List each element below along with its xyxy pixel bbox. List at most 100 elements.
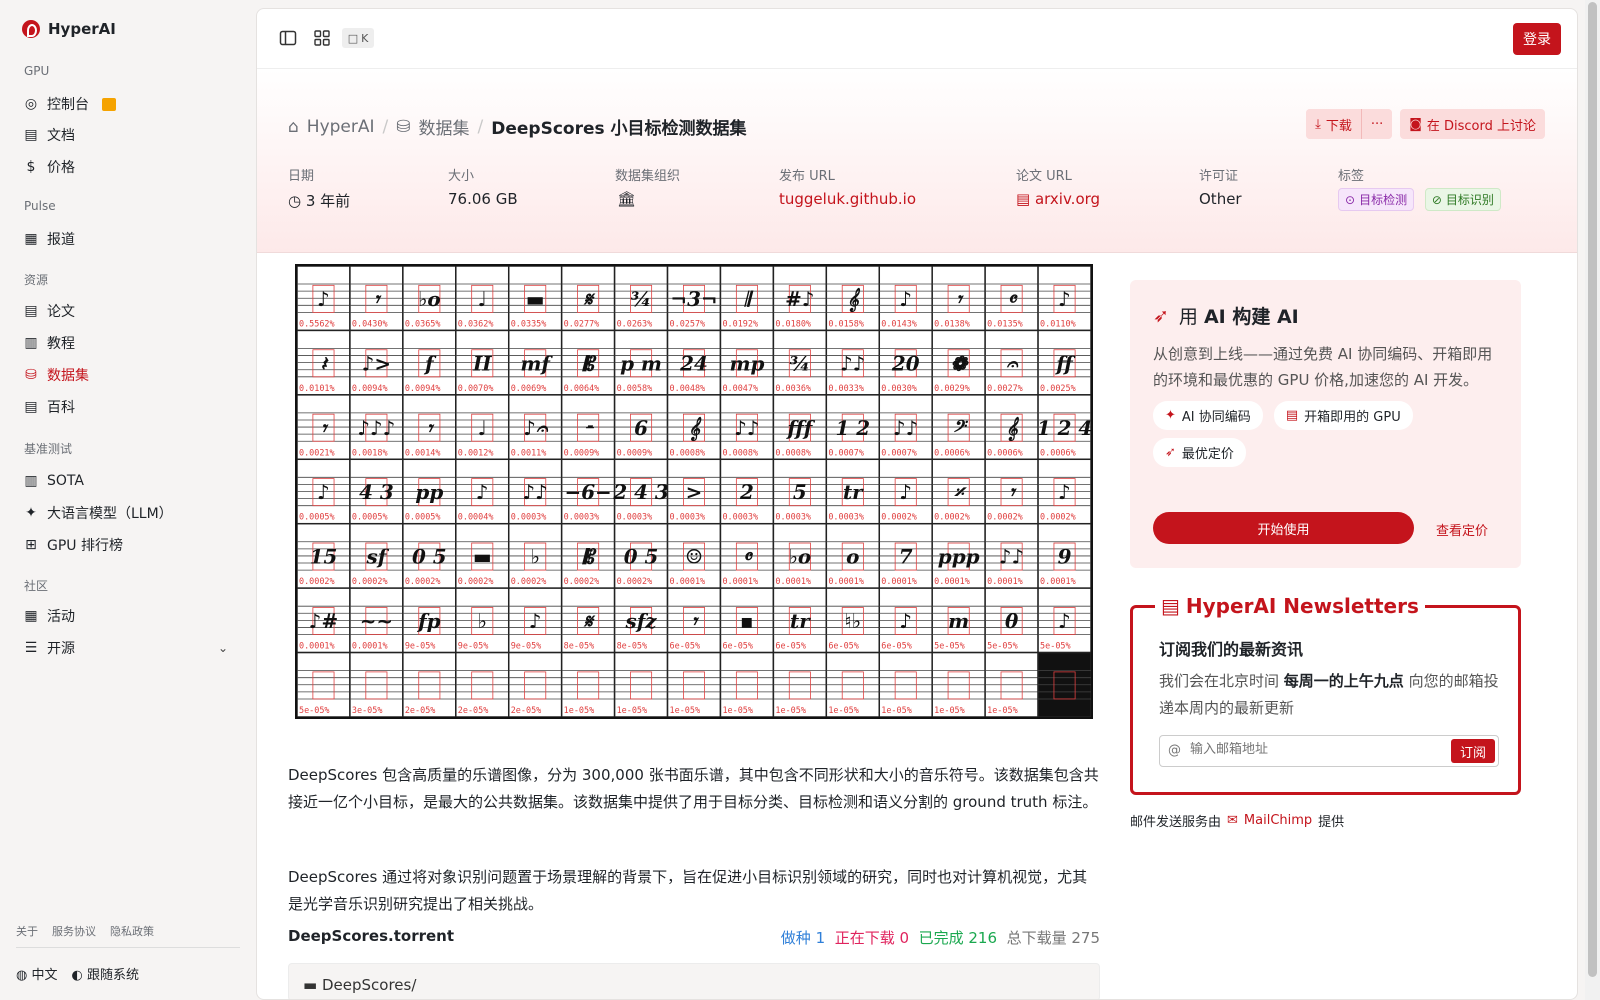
music-symbol: ♪♪ xyxy=(522,480,547,504)
frequency-label: 0.0001% xyxy=(775,576,811,586)
frequency-label: 0.0069% xyxy=(511,383,547,393)
frequency-label: 0.0003% xyxy=(775,512,811,522)
score-cell: ♪ 9e-05% xyxy=(507,587,563,654)
view-pricing-link[interactable]: 查看定价 xyxy=(1436,520,1488,539)
frequency-label: 0.0362% xyxy=(458,318,494,328)
mail-icon: ✉ xyxy=(1227,813,1238,828)
sidebar-item-opensource[interactable]: ☰ 开源 xyxy=(24,637,75,659)
frequency-label: 0.5562% xyxy=(299,318,335,328)
sidebar-footer-links: 关于 服务协议 隐私政策 xyxy=(16,923,154,939)
score-cell: ¾ 0.0036% xyxy=(772,329,828,396)
tag-object-detection[interactable]: ⊙ 目标检测 xyxy=(1338,188,1415,211)
apps-grid-icon[interactable] xyxy=(313,29,331,47)
score-cell: >0.0003% xyxy=(666,458,722,525)
search-shortcut-kbd[interactable]: □ K xyxy=(342,28,374,48)
get-started-button[interactable]: 开始使用 xyxy=(1153,512,1414,544)
paper-icon: ▤ xyxy=(24,303,38,319)
score-cell: pp 0.0005% xyxy=(402,458,457,525)
sidebar-item-sota[interactable]: ▥ SOTA xyxy=(24,470,84,492)
score-cell: 2 0.0003% xyxy=(719,458,775,525)
meta-label-tags: 标签 xyxy=(1338,169,1365,184)
music-symbol: ♪♪ xyxy=(840,351,865,375)
newsletter-title: ▤ HyperAI Newsletters xyxy=(1155,594,1425,618)
sidebar-item-datasets[interactable]: ⛁ 数据集 xyxy=(24,364,89,386)
breadcrumb-datasets[interactable]: 数据集 xyxy=(419,114,470,139)
discord-button[interactable]: ◙ 在 Discord 上讨论 xyxy=(1400,109,1545,139)
score-cell: II 0.0070% xyxy=(455,329,510,396)
score-cell: 𝄾0.0138% xyxy=(931,266,986,332)
frequency-label: 0.0002% xyxy=(934,512,970,522)
score-cell: ♪♪ 0.0008% xyxy=(719,394,775,461)
privacy-link[interactable]: 隐私政策 xyxy=(110,923,154,939)
sidebar-item-news[interactable]: ▦ 报道 xyxy=(24,228,75,250)
score-cell: ♭o 0.0365% xyxy=(402,266,457,332)
sidebar-item-console[interactable]: ◎ 控制台 xyxy=(24,93,116,115)
music-symbol: 4 3 xyxy=(359,480,394,504)
score-cell: ♩ 0.0012% xyxy=(455,394,510,461)
frequency-label: 0.0025% xyxy=(1040,383,1076,393)
score-cell: 𝄾0.0002% xyxy=(984,458,1039,525)
chevron-down-icon[interactable]: ⌄ xyxy=(218,641,228,655)
sidebar-item-pricing[interactable]: $ 价格 xyxy=(24,156,75,178)
mailchimp-link[interactable]: MailChimp xyxy=(1244,813,1312,828)
sidebar-item-tutorials[interactable]: ▥ 教程 xyxy=(24,332,75,354)
score-cell: f0.0094% xyxy=(402,329,457,396)
music-symbol: ♩ xyxy=(478,287,487,311)
score-cell: 1e-05% xyxy=(984,651,1039,717)
music-symbol: ~~ xyxy=(360,609,393,633)
login-button[interactable]: 登录 xyxy=(1513,23,1561,55)
sidebar-item-docs[interactable]: ▤ 文档 xyxy=(24,124,75,146)
score-cell: 𝄾0.0430% xyxy=(349,266,404,332)
theme-selector[interactable]: ◐ 跟随系统 xyxy=(72,964,140,983)
score-cell: 𝄴0.0001% xyxy=(719,522,775,589)
main-panel: □ K 登录 ⌂ HyperAI / ⛁ 数据集 / DeepScores 小目标… xyxy=(256,8,1578,1000)
about-link[interactable]: 关于 xyxy=(16,923,38,939)
music-symbol: ♮♭ xyxy=(845,609,862,633)
tag-object-recognition[interactable]: ⊘ 目标识别 xyxy=(1424,188,1501,211)
torrent-folder[interactable]: ▬ DeepScores/ xyxy=(288,963,1100,999)
frequency-label: 1e-05% xyxy=(934,705,965,715)
music-symbol: 6 xyxy=(634,416,648,440)
release-url-link[interactable]: tuggeluk.github.io xyxy=(779,190,916,208)
sidebar-item-gpu-ranking[interactable]: ⊞ GPU 排行榜 xyxy=(24,534,123,556)
database-icon: ⛁ xyxy=(396,116,411,137)
download-button[interactable]: ⤓ 下载 xyxy=(1306,109,1361,139)
torrent-stats: 做种 1 正在下载 0 已完成 216 总下载量 275 xyxy=(781,927,1100,948)
more-button[interactable]: ··· xyxy=(1361,109,1393,139)
book-icon: ▥ xyxy=(24,335,38,351)
breadcrumb-home[interactable]: HyperAI xyxy=(307,117,375,137)
score-cell: 2e-05% xyxy=(507,651,563,717)
terms-link[interactable]: 服务协议 xyxy=(52,923,96,939)
email-field[interactable] xyxy=(1190,742,1410,757)
score-cell: 𝄡0.0064% xyxy=(560,329,616,396)
score-cell: 1e-05% xyxy=(772,651,828,717)
music-symbol: ¾ xyxy=(631,287,652,311)
frequency-label: 0.0257% xyxy=(670,318,706,328)
frequency-label: 6e-05% xyxy=(670,641,701,651)
frequency-label: 0.0263% xyxy=(617,318,653,328)
music-symbol: ppp xyxy=(938,545,980,569)
sidebar-item-wiki[interactable]: ▤ 百科 xyxy=(24,396,75,418)
score-cell: mp 0.0047% xyxy=(719,329,775,396)
scrollbar[interactable] xyxy=(1585,0,1600,1000)
subscribe-button[interactable]: 订阅 xyxy=(1451,739,1495,763)
music-symbol: 7 xyxy=(899,545,913,569)
scrollbar-thumb[interactable] xyxy=(1588,2,1597,977)
music-symbol: 9 xyxy=(1058,545,1072,569)
frequency-label: 5e-05% xyxy=(1040,641,1071,651)
frequency-label: 0.0003% xyxy=(617,512,653,522)
brand[interactable]: HyperAI xyxy=(22,20,116,38)
chip-ai-coding: ✦ AI 协同编码 xyxy=(1153,401,1263,430)
language-selector[interactable]: ◍ 中文 xyxy=(16,964,58,983)
sidebar-item-papers[interactable]: ▤ 论文 xyxy=(24,300,75,322)
discord-icon: ◙ xyxy=(1409,116,1422,132)
music-symbol: tr xyxy=(790,609,811,633)
torrent-name[interactable]: DeepScores.torrent xyxy=(288,927,454,945)
frequency-label: 0.0033% xyxy=(828,383,864,393)
paper-url-link[interactable]: ▤ arxiv.org xyxy=(1016,190,1100,208)
sidebar-item-llm[interactable]: ✦ 大语言模型（LLM） xyxy=(24,502,173,524)
sidebar-toggle-icon[interactable] xyxy=(279,29,297,47)
ai-promo-chips: ✦ AI 协同编码 ▤ 开箱即用的 GPU ➶ 最优定价 xyxy=(1153,393,1498,467)
frequency-label: 0.0003% xyxy=(670,512,706,522)
sidebar-item-events[interactable]: ▦ 活动 xyxy=(24,605,75,627)
